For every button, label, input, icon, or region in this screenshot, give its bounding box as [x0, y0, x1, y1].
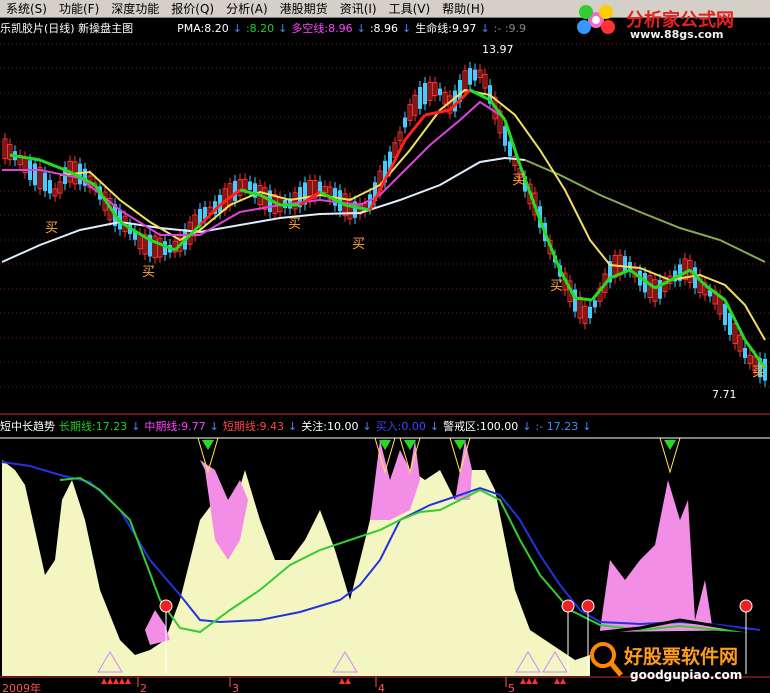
- up-arrow-icon: [101, 678, 107, 684]
- candle-body: [33, 163, 37, 186]
- up-arrow-icon: [119, 678, 125, 684]
- month-label: 4: [378, 682, 385, 693]
- high-price-label: 13.97: [482, 43, 514, 56]
- buy-signal-label: 买: [512, 173, 525, 188]
- buy-signal-label: 买: [45, 221, 58, 236]
- up-arrow-icon: [532, 678, 538, 684]
- logo-goodgupiao: 好股票软件网 goodgupiao.com: [586, 636, 770, 693]
- up-arrow-icon: [526, 678, 532, 684]
- up-arrow-icon: [520, 678, 526, 684]
- warning-pin-icon: [561, 599, 575, 613]
- candle-body: [473, 69, 477, 81]
- olive-ma-line: [524, 159, 766, 263]
- up-arrow-icon: [554, 678, 560, 684]
- trend-segment: [574, 296, 593, 302]
- candle-body: [468, 68, 472, 85]
- buy-signal-label: 买: [142, 265, 155, 280]
- up-arrow-icon: [560, 678, 566, 684]
- candle-body: [48, 180, 52, 194]
- trend-segment: [538, 219, 562, 271]
- candle-body: [623, 256, 627, 272]
- down-arrow-icon: [202, 440, 214, 450]
- down-arrow-icon: [664, 440, 676, 450]
- up-arrow-icon: [345, 678, 351, 684]
- up-arrow-icon: [339, 678, 345, 684]
- warning-pin-icon: [159, 599, 173, 613]
- buy-signal-label: 买: [550, 279, 563, 294]
- buy-signal-label: 买: [352, 237, 365, 252]
- candle-body: [593, 300, 597, 308]
- warning-pin-icon: [739, 599, 753, 613]
- logo-bottom-brand: 好股票软件网: [624, 646, 739, 668]
- month-label: 3: [232, 682, 239, 693]
- candle-body: [723, 303, 727, 325]
- month-ticks: 2 3 4 5: [137, 677, 515, 693]
- logo-88gs: 分析家公式网 www.88gs.com: [568, 0, 770, 41]
- magnifier-logo-icon: [590, 642, 623, 677]
- candle-body: [423, 83, 427, 105]
- up-arrow-icon: [107, 678, 113, 684]
- chart-canvas[interactable]: 买买买买买买买 13.97 7.71 2009年 2 3 4 5: [0, 0, 770, 693]
- short-trend-area: [2, 460, 590, 676]
- candle-body: [403, 117, 407, 128]
- logo-bottom-url: goodgupiao.com: [630, 668, 743, 682]
- buy-signal-label: 买: [288, 217, 301, 232]
- flower-logo-icon: [577, 5, 615, 34]
- candle-body: [743, 347, 747, 359]
- warning-pin-icon: [581, 599, 595, 613]
- buy-signal-label: 买: [752, 365, 765, 380]
- year-label: 2009年: [2, 681, 41, 693]
- month-label: 5: [508, 682, 515, 693]
- low-price-label: 7.71: [712, 388, 737, 401]
- candle-body: [503, 126, 507, 146]
- candle-body: [418, 86, 422, 109]
- candle-body: [588, 306, 592, 319]
- candle-body: [438, 88, 442, 96]
- up-arrow-icon: [113, 678, 119, 684]
- buy-signals: 买买买买买买买: [45, 173, 765, 380]
- up-arrow-icon: [125, 678, 131, 684]
- candle-body: [43, 172, 47, 192]
- logo-top-url: www.88gs.com: [630, 28, 724, 41]
- candle-body: [248, 181, 252, 190]
- candle-body: [658, 279, 662, 299]
- month-label: 2: [140, 682, 147, 693]
- candle-body: [728, 312, 732, 335]
